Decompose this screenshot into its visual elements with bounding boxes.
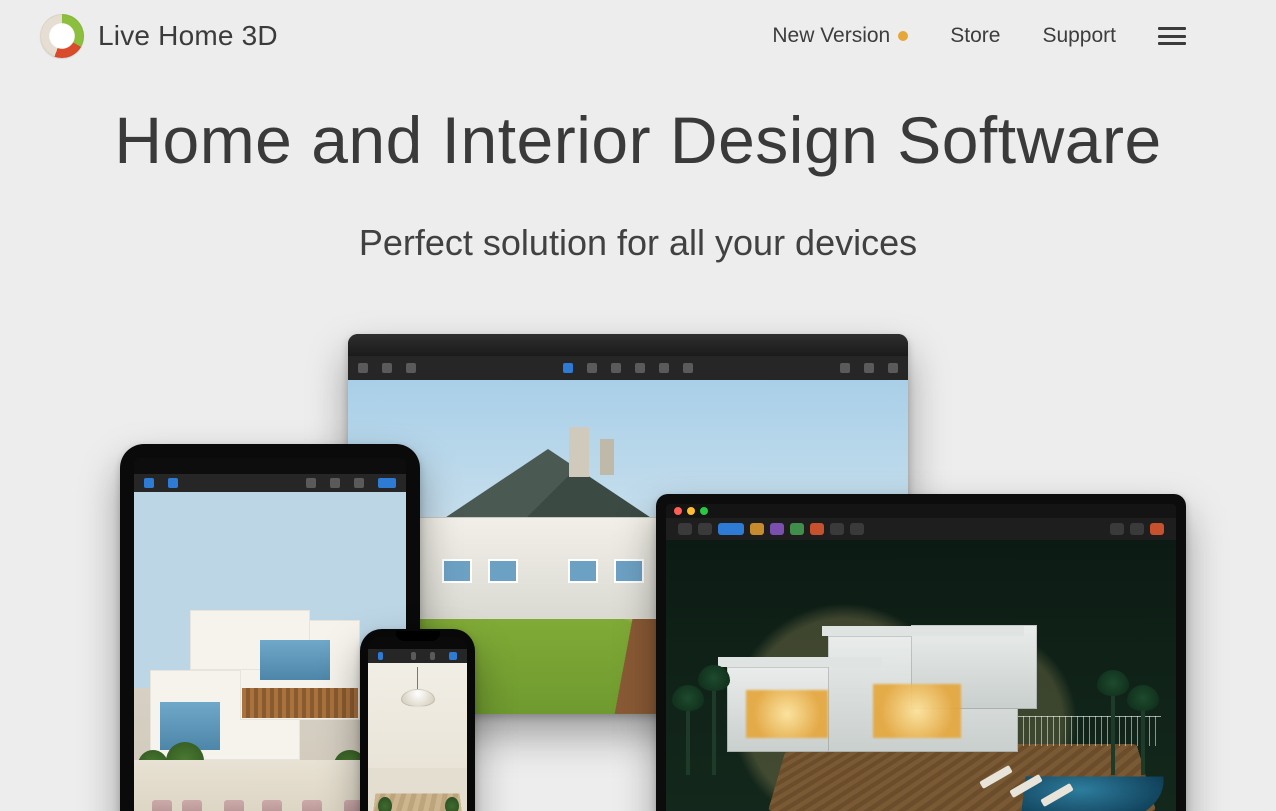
ipad-statusbar xyxy=(134,458,406,474)
brand[interactable]: Live Home 3D xyxy=(40,14,278,58)
nav-new-version[interactable]: New Version xyxy=(772,24,908,48)
iphone-toolbar xyxy=(368,649,467,663)
nav-new-version-label: New Version xyxy=(772,24,890,48)
hero: Home and Interior Design Software Perfec… xyxy=(0,102,1276,264)
imac-titlebar xyxy=(348,334,908,356)
traffic-close-icon xyxy=(674,507,682,515)
app-logo-icon xyxy=(40,14,84,58)
site-header: Live Home 3D New Version Store Support xyxy=(0,0,1276,72)
hero-subtitle: Perfect solution for all your devices xyxy=(0,222,1276,264)
iphone-viewport xyxy=(368,663,467,811)
brand-name: Live Home 3D xyxy=(98,20,278,52)
new-version-indicator-icon xyxy=(898,31,908,41)
device-iphone xyxy=(360,629,475,811)
macbook-titlebar xyxy=(666,504,1176,518)
menu-icon[interactable] xyxy=(1158,27,1186,45)
hero-title: Home and Interior Design Software xyxy=(0,102,1276,178)
traffic-min-icon xyxy=(687,507,695,515)
top-nav: New Version Store Support xyxy=(772,24,1186,48)
ipad-toolbar xyxy=(134,474,406,492)
traffic-max-icon xyxy=(700,507,708,515)
device-macbook xyxy=(656,494,1186,811)
nav-store[interactable]: Store xyxy=(950,24,1000,48)
iphone-notch-icon xyxy=(396,631,440,641)
macbook-toolbar xyxy=(666,518,1176,540)
imac-toolbar xyxy=(348,356,908,380)
nav-support[interactable]: Support xyxy=(1042,24,1116,48)
device-showcase xyxy=(0,334,1276,811)
pendant-lamp-icon xyxy=(401,667,435,707)
macbook-viewport xyxy=(666,540,1176,811)
